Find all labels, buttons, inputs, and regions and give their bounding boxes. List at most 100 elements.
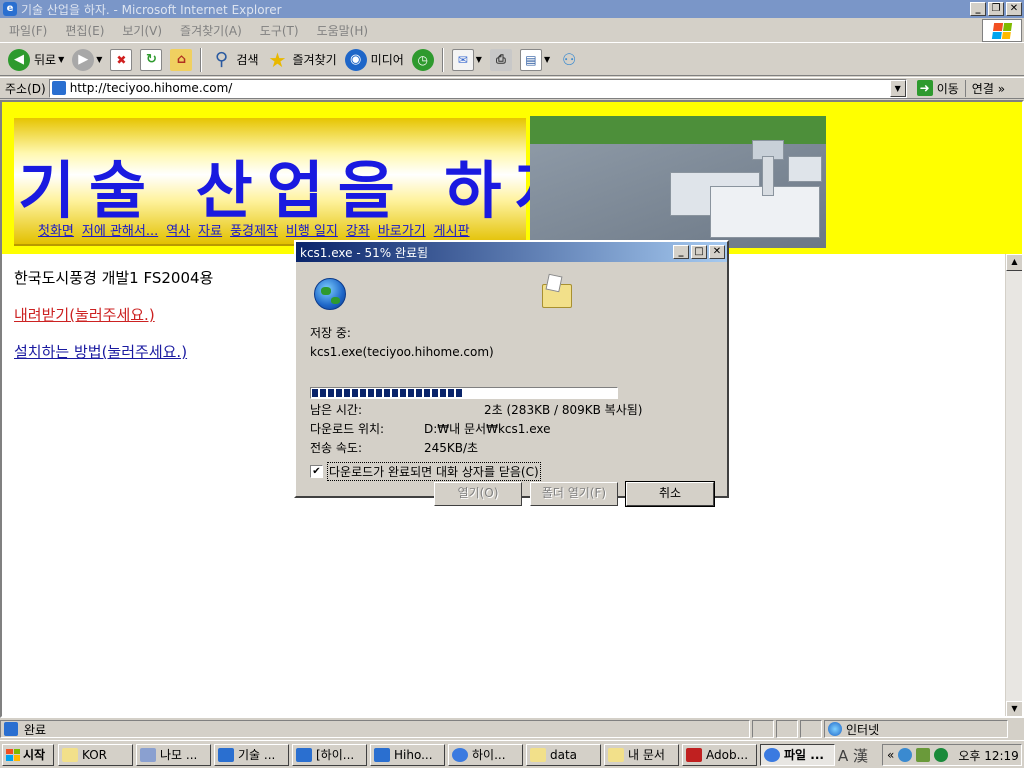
cancel-button[interactable]: 취소 <box>625 481 715 507</box>
nav-home[interactable]: 첫화면 <box>38 220 74 239</box>
dialog-maximize-button[interactable]: □ <box>691 245 707 259</box>
taskbar-item-namo[interactable]: 나모 ... <box>136 743 211 766</box>
network-tray-icon[interactable] <box>916 748 931 762</box>
star-icon: ★ <box>268 47 287 72</box>
nav-scenery[interactable]: 풍경제작 <box>230 220 278 239</box>
close-button[interactable]: ✕ <box>1006 2 1022 16</box>
edit-button[interactable]: ▤ ▼ <box>516 46 554 74</box>
back-button[interactable]: ◀ 뒤로 ▼ <box>4 46 68 74</box>
progress-segment <box>368 389 374 397</box>
taskbar-item-kor[interactable]: KOR <box>58 743 133 766</box>
stop-button[interactable]: ✖ <box>106 46 136 74</box>
go-label: 이동 <box>936 81 959 96</box>
dialog-minimize-button[interactable]: _ <box>673 245 689 259</box>
open-button[interactable]: 열기(O) <box>434 482 522 506</box>
download-link[interactable]: 내려받기(눌러주세요.) <box>14 304 155 325</box>
forward-dropdown-icon[interactable]: ▼ <box>96 55 102 64</box>
progress-segment <box>392 389 398 397</box>
back-dropdown-icon[interactable]: ▼ <box>58 55 64 64</box>
page-done-icon <box>4 722 18 736</box>
menu-tools[interactable]: 도구(T) <box>251 22 308 39</box>
open-folder-button[interactable]: 폴더 열기(F) <box>530 482 618 506</box>
menu-help[interactable]: 도움말(H) <box>308 22 378 39</box>
messenger-tray-icon[interactable] <box>898 748 913 762</box>
go-button[interactable]: ➜ 이동 <box>911 80 965 97</box>
windows-flag-logo <box>982 19 1022 42</box>
dialog-close-button[interactable]: ✕ <box>709 245 725 259</box>
dialog-title-bar[interactable]: kcs1.exe - 51% 완료됨 _ □ ✕ <box>296 242 727 262</box>
nav-resources[interactable]: 자료 <box>198 220 222 239</box>
refresh-button[interactable]: ↻ <box>136 46 166 74</box>
nav-about[interactable]: 저에 관해서... <box>82 220 158 239</box>
dialog-title: kcs1.exe - 51% 완료됨 <box>300 245 429 260</box>
favorites-button[interactable]: ★ 즐겨찾기 <box>263 46 341 74</box>
task-label: 하이... <box>472 748 506 762</box>
nav-history[interactable]: 역사 <box>166 220 190 239</box>
favorites-label: 즐겨찾기 <box>292 53 337 67</box>
close-on-complete-option[interactable]: ✔ 다운로드가 완료되면 대화 상자를 닫음(C) <box>310 462 541 481</box>
taskbar-item-file-download[interactable]: 파일 ... <box>760 743 835 766</box>
nav-lectures[interactable]: 강좌 <box>346 220 370 239</box>
time-left-value: 2초 (283KB / 809KB 복사됨) <box>484 403 643 417</box>
menu-file[interactable]: 파일(F) <box>0 22 56 39</box>
refresh-icon: ↻ <box>140 48 163 71</box>
menu-view[interactable]: 보기(V) <box>113 22 171 39</box>
edit-dropdown-icon[interactable]: ▼ <box>544 55 550 64</box>
page-heading: 한국도시풍경 개발1 FS2004용 <box>14 269 214 287</box>
address-input[interactable]: http://teciyoo.hihome.com/ ▼ <box>48 78 907 98</box>
taskbar-item-adobe[interactable]: Adob... <box>682 743 757 766</box>
internet-globe-icon <box>828 722 842 736</box>
taskbar-item-my-documents[interactable]: 내 문서 <box>604 743 679 766</box>
taskbar-item-hai[interactable]: 하이... <box>448 743 523 766</box>
scroll-up-icon[interactable]: ▲ <box>1006 254 1022 271</box>
task-label: data <box>550 747 578 762</box>
window-title: 기술 산업을 하자. - Microsoft Internet Explorer <box>21 2 282 17</box>
ie-icon <box>218 747 234 762</box>
title-bar[interactable]: e 기술 산업을 하자. - Microsoft Internet Explor… <box>0 0 1024 18</box>
history-button[interactable]: ◷ <box>408 46 438 74</box>
mail-button[interactable]: ✉ ▼ <box>448 46 486 74</box>
progress-segment <box>424 389 430 397</box>
close-on-complete-checkbox[interactable]: ✔ <box>310 465 323 478</box>
print-button[interactable]: ⎙ <box>486 46 516 74</box>
taskbar-item-data[interactable]: data <box>526 743 601 766</box>
scroll-down-icon[interactable]: ▼ <box>1006 701 1022 716</box>
taskbar-item-gisul[interactable]: 기술 ... <box>214 743 289 766</box>
transfer-rate-value: 245KB/초 <box>424 441 479 455</box>
menu-bar: 파일(F) 편집(E) 보기(V) 즐겨찾기(A) 도구(T) 도움말(H) <box>0 18 1024 43</box>
folder-icon <box>608 747 624 762</box>
install-guide-link[interactable]: 설치하는 방법(눌러주세요.) <box>14 341 187 362</box>
forward-arrow-icon: ▶ <box>72 48 95 71</box>
security-tray-icon[interactable] <box>934 748 949 762</box>
tray-expand-icon[interactable]: « <box>887 748 894 762</box>
input-method-indicator[interactable]: A 漢 <box>838 745 868 766</box>
nav-board[interactable]: 게시판 <box>434 220 470 239</box>
mail-dropdown-icon[interactable]: ▼ <box>476 55 482 64</box>
address-dropdown-icon[interactable]: ▼ <box>889 79 906 97</box>
nav-shortcuts[interactable]: 바로가기 <box>378 220 426 239</box>
messenger-button[interactable]: ⚇ <box>554 46 584 74</box>
progress-segment <box>360 389 366 397</box>
close-on-complete-label[interactable]: 다운로드가 완료되면 대화 상자를 닫음(C) <box>327 462 541 481</box>
search-button[interactable]: ⚲ 검색 <box>206 46 262 74</box>
folder-icon <box>62 747 78 762</box>
menu-edit[interactable]: 편집(E) <box>56 22 113 39</box>
nav-flight-log[interactable]: 비행 일지 <box>286 220 338 239</box>
transfer-rate-label: 전송 속도: <box>310 441 363 455</box>
airport-scenery-image <box>530 116 826 248</box>
media-button[interactable]: ◉ 미디어 <box>341 46 408 74</box>
address-url[interactable]: http://teciyoo.hihome.com/ <box>70 81 233 95</box>
start-button[interactable]: 시작 <box>2 743 54 766</box>
home-button[interactable]: ⌂ <box>166 46 196 74</box>
minimize-button[interactable]: _ <box>970 2 986 16</box>
menu-favorites[interactable]: 즐겨찾기(A) <box>171 22 251 39</box>
standard-toolbar: ◀ 뒤로 ▼ ▶ ▼ ✖ ↻ ⌂ ⚲ 검색 ★ 즐겨찾기 ◉ 미디어 ◷ ✉ ▼… <box>0 44 1024 76</box>
taskbar-item-hai-bracket[interactable]: [하이... <box>292 743 367 766</box>
download-location-label: 다운로드 위치: <box>310 422 385 436</box>
vertical-scrollbar[interactable]: ▲ ▼ <box>1005 254 1022 716</box>
taskbar-item-hiho[interactable]: Hiho... <box>370 743 445 766</box>
download-progress-bar <box>310 387 618 399</box>
links-button[interactable]: 연결 » <box>964 79 1011 97</box>
forward-button[interactable]: ▶ ▼ <box>68 46 106 74</box>
restore-button[interactable]: ❐ <box>988 2 1004 16</box>
